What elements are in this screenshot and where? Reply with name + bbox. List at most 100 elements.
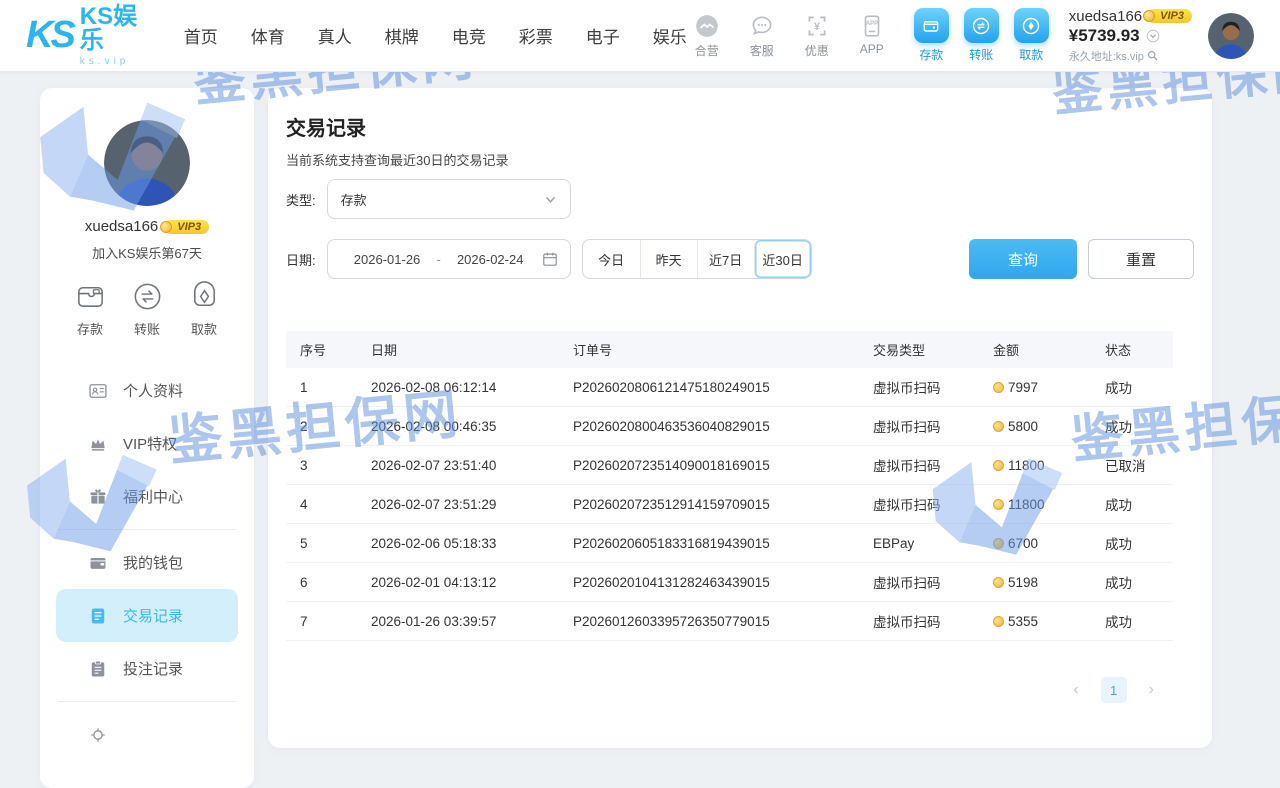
current-page[interactable]: 1 [1101,677,1127,703]
username: xuedsa166 [1069,8,1142,25]
range-today-button[interactable]: 今日 [583,240,640,278]
avatar[interactable] [1208,13,1254,59]
coin-icon [993,382,1004,393]
transfer-button[interactable]: 转账 [131,280,164,338]
sidebar-item-wallet[interactable]: 我的钱包 [40,536,254,589]
col-status: 状态 [1105,340,1173,359]
range-yesterday-button[interactable]: 昨天 [640,240,697,278]
type-label: 类型: [286,190,316,209]
search-icon[interactable] [1147,50,1158,61]
divider [58,701,236,702]
withdraw-button[interactable]: 取款 [188,280,221,338]
action-label: APP [860,42,884,56]
cell-amount: 5355 [1008,614,1038,629]
date-end: 2026-02-24 [443,252,538,267]
sidebar-item-more[interactable] [40,708,254,761]
type-select[interactable]: 存款 [327,179,571,219]
nav-item-sports[interactable]: 体育 [251,23,285,48]
avatar[interactable] [104,120,190,206]
username: xuedsa166 [85,218,158,235]
cell-type: EBPay [873,536,993,551]
refresh-balance-icon[interactable] [1146,29,1160,43]
gear-icon [88,725,108,745]
date-range-input[interactable]: 2026-01-26 - 2026-02-24 [327,239,571,279]
coin-icon [160,221,172,233]
table-row: 4 2026-02-07 23:51:29 P20260207235129141… [286,485,1173,524]
next-page-button[interactable]: › [1149,682,1154,698]
cell-amount: 5198 [1008,575,1038,590]
nav-item-home[interactable]: 首页 [184,23,218,48]
brand-mark: KS [26,14,73,57]
type-select-value: 存款 [341,190,367,209]
sidebar-quick-actions: 存款 转账 取款 [40,280,254,338]
deposit-icon [914,8,949,43]
coin-icon [1143,10,1155,22]
search-button[interactable]: 查询 [969,239,1077,279]
page-title: 交易记录 [286,112,1194,141]
transfer-icon [964,8,999,43]
nav-item-cards[interactable]: 棋牌 [385,23,419,48]
coin-icon [993,538,1004,549]
reset-button[interactable]: 重置 [1088,239,1194,279]
nav-item-slots[interactable]: 电子 [586,23,620,48]
nav-item-live[interactable]: 真人 [318,23,352,48]
col-amount: 金额 [993,340,1105,359]
withdraw-button[interactable]: 取款 [1014,8,1049,63]
partner-button[interactable]: 合营 [687,13,727,59]
sidebar-item-bets[interactable]: 投注记录 [40,642,254,695]
menu-label: 投注记录 [123,658,183,679]
table-row: 3 2026-02-07 23:51:40 P20260207235140900… [286,446,1173,485]
cell-amount: 11800 [1008,497,1045,512]
date-start: 2026-01-26 [340,252,435,267]
handshake-icon [694,13,720,39]
support-button[interactable]: 客服 [742,13,782,59]
calendar-icon [542,251,558,267]
table-row: 5 2026-02-06 05:18:33 P20260206051833168… [286,524,1173,563]
svg-text:¥: ¥ [814,20,820,32]
table-row: 1 2026-02-08 06:12:14 P20260208061214751… [286,368,1173,407]
deposit-button[interactable]: 存款 [74,280,107,338]
action-label: 取款 [191,319,217,338]
table-row: 6 2026-02-01 04:13:12 P20260201041312824… [286,563,1173,602]
cell-date: 2026-02-07 23:51:29 [371,497,573,512]
transfer-button[interactable]: 转账 [964,8,999,63]
sidebar-item-transactions[interactable]: 交易记录 [56,589,238,642]
withdraw-icon [188,280,221,313]
col-date: 日期 [371,340,573,359]
chevron-down-icon [544,193,557,206]
deposit-button[interactable]: 存款 [914,8,949,63]
sidebar-item-profile[interactable]: 个人资料 [40,364,254,417]
date-separator: - [434,252,442,267]
sidebar-item-vip[interactable]: VIP特权 [40,417,254,470]
nav-item-esports[interactable]: 电竞 [452,23,486,48]
nav-item-casino[interactable]: 娱乐 [653,23,687,48]
cell-order: P2026020605183316819439015 [573,536,873,551]
pagination: ‹ 1 › [286,677,1194,703]
cell-index: 2 [300,419,371,434]
svg-text:APP: APP [866,20,878,26]
promo-button[interactable]: ¥ 优惠 [797,13,837,59]
brand-logo[interactable]: KS KS娱乐 ks.vip [26,5,150,67]
nav-item-lottery[interactable]: 彩票 [519,23,553,48]
cell-status: 成功 [1105,611,1173,631]
cell-status: 成功 [1105,416,1173,436]
support-chat-icon [749,13,775,39]
range-7days-button[interactable]: 近7日 [697,240,754,278]
action-label: 客服 [750,42,774,59]
date-label: 日期: [286,250,316,269]
cell-index: 6 [300,575,371,590]
perma-link: 永久地址:ks.vip [1069,48,1144,64]
app-download-button[interactable]: APP APP [852,13,892,59]
range-30days-button[interactable]: 近30日 [754,240,811,278]
divider [58,529,236,530]
coin-icon [993,421,1004,432]
sidebar-item-welfare[interactable]: 福利中心 [40,470,254,523]
cell-index: 1 [300,380,371,395]
prev-page-button[interactable]: ‹ [1073,682,1078,698]
vip-level: VIP3 [1160,10,1184,22]
cell-order: P2026020723512914159709015 [573,497,873,512]
col-order: 订单号 [573,340,873,359]
cell-order: P2026020806121475180249015 [573,380,873,395]
cell-date: 2026-02-06 05:18:33 [371,536,573,551]
crown-icon [88,434,108,454]
